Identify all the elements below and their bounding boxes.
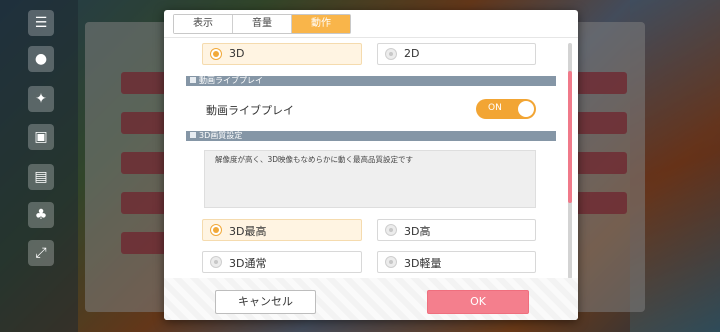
- message-icon[interactable]: ▤: [28, 164, 54, 190]
- group-icon[interactable]: ♣: [28, 202, 54, 228]
- radio-unselected-icon: [210, 256, 222, 268]
- chat-icon[interactable]: ●: [28, 46, 54, 72]
- quality-description-box: 解像度が高く、3D映像もなめらかに動く最高品質設定です: [204, 150, 536, 208]
- tab-action[interactable]: 動作: [292, 15, 350, 33]
- live-play-toggle[interactable]: ON: [476, 99, 536, 119]
- radio-selected-icon: [210, 224, 222, 236]
- fullscreen-icon[interactable]: ⤢: [28, 240, 54, 266]
- toggle-state-text: ON: [488, 103, 502, 113]
- settings-dialog: 表示 音量 動作 3D 2D 動画ライブプレイ 動画ライブプレイ ON 3D画質…: [164, 10, 578, 320]
- settings-tabs: 表示 音量 動作: [173, 14, 351, 34]
- scrollbar[interactable]: [568, 43, 572, 279]
- tab-display[interactable]: 表示: [174, 15, 233, 33]
- option-label: 3D高: [404, 225, 431, 238]
- option-label: 3D: [229, 47, 245, 60]
- option-3d-normal[interactable]: 3D通常: [202, 251, 362, 273]
- option-2d[interactable]: 2D: [377, 43, 536, 65]
- option-3d-light[interactable]: 3D軽量: [377, 251, 536, 273]
- tab-volume[interactable]: 音量: [233, 15, 292, 33]
- radio-selected-icon: [210, 48, 222, 60]
- live-play-label: 動画ライブプレイ: [206, 104, 294, 117]
- quality-description: 解像度が高く、3D映像もなめらかに動く最高品質設定です: [215, 155, 414, 164]
- ok-button[interactable]: OK: [427, 290, 529, 314]
- radio-unselected-icon: [385, 48, 397, 60]
- radio-unselected-icon: [385, 224, 397, 236]
- radio-unselected-icon: [385, 256, 397, 268]
- option-3d-high[interactable]: 3D高: [377, 219, 536, 241]
- menu-icon[interactable]: ☰: [28, 10, 54, 36]
- option-label: 2D: [404, 47, 420, 60]
- section-marker-icon: [190, 77, 196, 83]
- section-marker-icon: [190, 132, 196, 138]
- tab-divider: [164, 37, 578, 38]
- option-label: 3D最高: [229, 225, 267, 238]
- left-sidebar: ☰ ● ✦ ▣ ▤ ♣ ⤢: [0, 0, 78, 332]
- scrollbar-thumb[interactable]: [568, 71, 572, 203]
- section-header-live-play: 動画ライブプレイ: [186, 76, 556, 86]
- toggle-knob: [518, 101, 534, 117]
- cancel-button[interactable]: キャンセル: [215, 290, 316, 314]
- option-label: 3D軽量: [404, 257, 442, 270]
- section-header-3d-quality: 3D画質設定: [186, 131, 556, 141]
- option-3d[interactable]: 3D: [202, 43, 362, 65]
- option-label: 3D通常: [229, 257, 267, 270]
- gift-icon[interactable]: ✦: [28, 86, 54, 112]
- shop-icon[interactable]: ▣: [28, 124, 54, 150]
- option-3d-highest[interactable]: 3D最高: [202, 219, 362, 241]
